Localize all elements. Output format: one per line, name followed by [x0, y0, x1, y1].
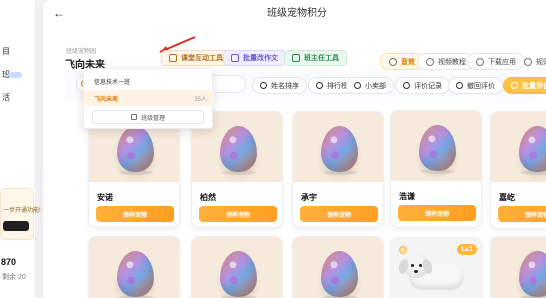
sidebar-promo-button[interactable]	[3, 221, 29, 231]
dog-eye-left	[411, 264, 414, 267]
leaderboard-icon	[316, 82, 323, 89]
leaderboard-label: 排行榜	[327, 82, 348, 90]
sidebar-item-3[interactable]: 活	[2, 94, 10, 102]
download-icon	[476, 57, 484, 66]
pet-egg-image	[220, 251, 257, 297]
pet-egg-image	[519, 126, 546, 172]
undo-icon	[456, 82, 463, 89]
pet-egg-image	[519, 251, 546, 297]
record-icon	[403, 82, 410, 89]
pet-image-area	[192, 237, 282, 298]
dog-nose	[414, 270, 418, 273]
student-card-second-row[interactable]: Lv.1	[390, 237, 482, 298]
class-manage-label: 班级管理	[140, 115, 165, 122]
user-icon	[260, 82, 267, 89]
pet-image-area: Lv.1	[391, 238, 481, 298]
student-card-second-row[interactable]	[490, 236, 546, 298]
tool-button-classroom[interactable]: 课堂互动工具	[161, 50, 231, 66]
sidebar-promo-card: 一步开通功能!	[0, 188, 41, 240]
pet-image-area	[89, 237, 179, 298]
pet-image-area	[293, 237, 383, 298]
shop-button[interactable]: 小卖部	[346, 77, 394, 94]
pet-egg-image	[220, 126, 257, 172]
main-panel: ← 班级宠物积分 班级宠物园 飞向未来 课堂互动工具 批量改作文 班主任工具 音…	[43, 0, 546, 298]
sidebar-counter-subtext: 剩余 20	[2, 274, 26, 281]
page-title: 班级宠物积分	[267, 8, 327, 19]
adopt-pet-button[interactable]: 领养宠物	[199, 206, 277, 222]
download-label: 下载应用	[488, 58, 516, 66]
dog-eye-right	[419, 264, 422, 267]
adopt-pet-button[interactable]: 领养宠物	[300, 206, 378, 222]
adopt-pet-button[interactable]: 领养宠物	[498, 206, 546, 222]
video-label: 视频教程	[438, 58, 466, 66]
student-card-second-row[interactable]	[88, 236, 180, 298]
sidebar-counter-value: 870	[1, 257, 17, 267]
rules-button[interactable]: 规则说明	[516, 53, 546, 70]
dropdown-item-it-class[interactable]: 信息技术一班	[84, 73, 214, 89]
student-card[interactable]: 承宇 领养宠物	[292, 111, 384, 228]
dropdown-item-fly-future[interactable]: 飞向未来 35人	[84, 90, 214, 106]
class-dropdown: 信息技术一班 飞向未来 35人 班级管理	[83, 68, 214, 129]
undo-evaluation-label: 撤回评价	[467, 82, 495, 90]
pet-level-badge: Lv.1	[457, 244, 477, 255]
pet-egg-image	[419, 125, 456, 171]
sort-label: 姓名排序	[271, 82, 299, 90]
music-icon	[389, 57, 397, 66]
class-switcher-label: 班级宠物园	[66, 49, 97, 55]
evaluation-record-label: 评价记录	[414, 82, 442, 90]
tool-button-label: 课堂互动工具	[181, 55, 223, 62]
dropdown-item-label: 信息技术一班	[94, 79, 131, 86]
tool-button-label: 班主任工具	[304, 55, 339, 62]
student-card[interactable]: 浩谦 领养宠物	[390, 110, 482, 228]
tool-icon	[292, 54, 300, 62]
status-icon	[399, 246, 407, 254]
student-card-second-row[interactable]	[191, 236, 283, 298]
back-button[interactable]: ←	[53, 7, 65, 19]
rules-label: 规则说明	[536, 58, 546, 66]
adopt-pet-button[interactable]: 领养宠物	[398, 205, 476, 221]
video-icon	[426, 57, 434, 66]
pet-image-area	[391, 111, 481, 181]
student-card[interactable]: 嘉屹 领养宠物	[490, 111, 546, 229]
shop-icon	[354, 82, 361, 89]
shop-label: 小卖部	[365, 82, 386, 90]
pet-image-area	[491, 112, 546, 182]
tool-button-teacher[interactable]: 班主任工具	[284, 50, 347, 66]
sidebar-active-badge	[8, 72, 22, 78]
left-sidebar: 目 班 活 一步开通功能! 870 剩余 20	[0, 0, 41, 298]
tool-button-label: 批量改作文	[243, 55, 278, 62]
sidebar-promo-text: 一步开通功能!	[3, 208, 41, 214]
tool-button-essay[interactable]: 批量改作文	[223, 50, 286, 66]
sort-by-name-button[interactable]: 姓名排序	[252, 77, 307, 94]
pet-egg-image	[321, 126, 358, 172]
pet-egg-image	[117, 126, 154, 172]
pet-egg-image	[117, 251, 154, 297]
evaluation-record-button[interactable]: 评价记录	[395, 77, 450, 94]
student-name: 柏然	[200, 193, 216, 202]
undo-evaluation-button[interactable]: 撤回评价	[448, 77, 503, 94]
batch-icon	[511, 82, 518, 89]
sound-label: 音效	[401, 58, 415, 66]
help-icon	[524, 57, 532, 66]
student-name: 浩谦	[399, 192, 415, 201]
student-name: 安诺	[97, 193, 113, 202]
pet-image-area	[491, 237, 546, 298]
student-name: 嘉屹	[499, 193, 515, 202]
student-pet-grid: 安诺 领养宠物 柏然 领养宠物 承宇 领养宠物 浩谦 领养宠物 嘉屹 领养宠 L…	[65, 103, 546, 298]
dropdown-item-label: 飞向未来	[94, 96, 119, 103]
adopt-pet-button[interactable]: 领养宠物	[96, 206, 174, 222]
dropdown-item-count: 35人	[194, 96, 207, 103]
batch-evaluation-button[interactable]: 批量评价	[503, 77, 546, 94]
top-bar: ← 班级宠物积分	[43, 0, 546, 27]
tool-icon	[231, 54, 239, 62]
class-manage-button[interactable]: 班级管理	[92, 110, 204, 124]
student-name: 承宇	[301, 193, 317, 202]
tool-icon	[169, 54, 177, 62]
student-card-second-row[interactable]	[292, 236, 384, 298]
batch-evaluation-label: 批量评价	[522, 82, 546, 90]
pet-egg-image	[321, 251, 358, 297]
pet-image-area	[293, 112, 383, 182]
settings-icon	[130, 114, 137, 120]
sidebar-item-1[interactable]: 目	[2, 48, 10, 56]
